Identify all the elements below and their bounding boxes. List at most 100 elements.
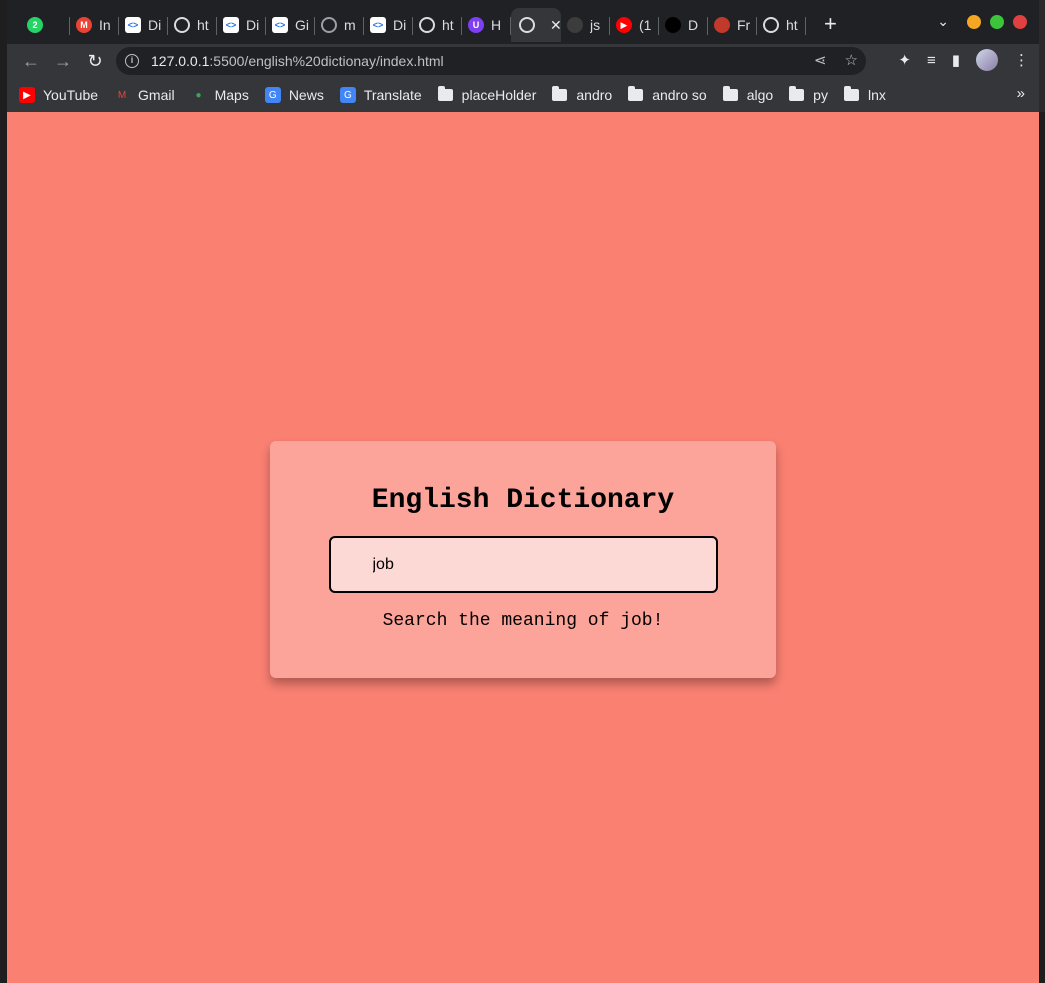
tab-title: ht — [442, 17, 454, 33]
tab-title: In — [99, 17, 111, 33]
bookmark-label: placeHolder — [461, 87, 537, 103]
forward-arrow-icon[interactable]: → — [47, 51, 79, 72]
menu-kebab-icon[interactable]: ⋮ — [1014, 51, 1029, 69]
tab[interactable]: ht — [168, 8, 217, 42]
gmail-icon: M — [117, 89, 127, 101]
gmail-icon: M — [76, 17, 92, 33]
tab[interactable]: <> Di — [119, 8, 168, 42]
tab[interactable]: <> Gi — [266, 8, 315, 42]
hub-icon: U — [468, 17, 484, 33]
devtools-icon: <> — [370, 17, 386, 33]
side-panel-icon[interactable]: ▮ — [952, 51, 960, 69]
back-arrow-icon[interactable]: ← — [15, 51, 47, 72]
url-text[interactable]: 127.0.0.1:5500/english%20dictionay/index… — [151, 53, 444, 69]
tab-title: Gi — [295, 17, 309, 33]
bookmark-label: lnx — [867, 87, 886, 103]
devtools-icon: <> — [272, 17, 288, 33]
profile-avatar[interactable] — [976, 49, 998, 71]
address-bar[interactable]: i 127.0.0.1:5500/english%20dictionay/ind… — [116, 47, 866, 75]
more-bookmarks-icon[interactable]: » — [1017, 85, 1025, 102]
close-window-button[interactable] — [1013, 15, 1027, 29]
bookmark-label: andro so — [652, 87, 707, 103]
tab[interactable]: ht — [757, 8, 806, 42]
media-queue-icon[interactable]: ≡ — [927, 52, 936, 69]
globe-icon — [174, 17, 190, 33]
globe-icon — [419, 17, 435, 33]
tab[interactable]: <> Di — [217, 8, 266, 42]
folder-icon — [437, 86, 453, 101]
globe-icon — [519, 17, 535, 33]
word-search-input[interactable] — [328, 536, 718, 593]
tab[interactable]: M In — [70, 8, 119, 42]
page-title: English Dictionary — [371, 485, 675, 516]
bookmarks-bar: ▶ YouTube M Gmail ● Maps G News G Translate placeH… — [7, 78, 1039, 112]
tab[interactable]: m — [315, 8, 364, 42]
minimize-button[interactable] — [967, 15, 981, 29]
bookmark-star-icon[interactable]: ☆ — [845, 51, 858, 69]
bookmark-translate[interactable]: G Translate — [339, 87, 422, 103]
translate-icon: G — [339, 87, 356, 103]
bookmark-lnx[interactable]: lnx — [843, 86, 886, 103]
bookmark-algo[interactable]: algo — [722, 86, 774, 103]
tab-search-chevron-icon[interactable]: ⌄ — [937, 13, 949, 30]
tab-active[interactable]: ✕ — [511, 8, 562, 42]
tab-strip: 2 M In <> Di ht <> Di <> Gi m <> Di ht U H ✕ js ▶ (1 D Fr ht — [7, 0, 806, 44]
tab[interactable]: <> Di — [364, 8, 413, 42]
bookmark-maps[interactable]: ● Maps — [191, 87, 249, 103]
tab[interactable]: D — [659, 8, 708, 42]
reload-icon[interactable]: ↻ — [79, 51, 111, 72]
maximize-button[interactable] — [990, 15, 1004, 29]
tab-title: ht — [786, 17, 798, 33]
bookmark-andro-so[interactable]: andro so — [628, 86, 707, 103]
folder-icon — [552, 86, 568, 101]
share-icon[interactable]: ⋖ — [814, 51, 827, 69]
tab-title: Di — [148, 17, 162, 33]
bookmark-label: py — [813, 87, 828, 103]
tab-title: (1 — [639, 17, 652, 33]
folder-icon — [843, 86, 859, 101]
bookmark-label: Gmail — [138, 87, 175, 103]
bookmark-news[interactable]: G News — [264, 87, 324, 103]
tab[interactable]: js — [561, 8, 610, 42]
devtools-icon: <> — [223, 17, 239, 33]
whatsapp-icon: 2 — [27, 17, 43, 33]
folder-icon — [628, 86, 644, 101]
youtube-icon: ▶ — [616, 17, 632, 33]
folder-icon — [789, 86, 805, 101]
url-host: 127.0.0.1 — [151, 53, 210, 69]
bookmark-label: News — [288, 87, 324, 103]
news-icon: G — [264, 87, 281, 103]
tab-title: H — [491, 17, 502, 33]
tab-title: ht — [197, 17, 209, 33]
site-info-icon[interactable]: i — [125, 54, 139, 68]
new-tab-button[interactable]: + — [824, 11, 837, 37]
tab[interactable]: UH — [462, 8, 511, 42]
tab-title: Di — [246, 17, 260, 33]
address-bar-actions: ⋖ ☆ — [814, 51, 858, 69]
bookmark-py[interactable]: py — [789, 86, 828, 103]
globe-icon — [321, 17, 337, 33]
youtube-icon: ▶ — [19, 87, 35, 103]
bookmark-label: algo — [746, 87, 774, 103]
square-icon — [665, 17, 681, 33]
bookmark-youtube[interactable]: ▶ YouTube — [19, 87, 98, 103]
bookmark-label: Maps — [214, 87, 249, 103]
close-tab-icon[interactable]: ✕ — [550, 17, 562, 34]
bookmark-andro[interactable]: andro — [552, 86, 613, 103]
window-controls — [967, 15, 1027, 29]
tab-title: Di — [393, 17, 407, 33]
tab[interactable]: Fr — [708, 8, 757, 42]
bookmark-label: andro — [576, 87, 613, 103]
bookmark-label: YouTube — [43, 87, 99, 103]
tab[interactable]: ht — [413, 8, 462, 42]
dictionary-card: English Dictionary Search the meaning of… — [270, 441, 776, 678]
tab-title: js — [590, 17, 601, 33]
background-editor-strip — [0, 0, 7, 983]
tab-title: Fr — [737, 17, 751, 33]
tab[interactable]: 2 — [21, 8, 70, 42]
bookmark-placeholder[interactable]: placeHolder — [437, 86, 537, 103]
bookmark-gmail[interactable]: M Gmail — [114, 87, 175, 103]
extensions-puzzle-icon[interactable]: ✦ — [898, 51, 911, 69]
tab[interactable]: ▶ (1 — [610, 8, 659, 42]
info-text: Search the meaning of job! — [382, 611, 664, 631]
